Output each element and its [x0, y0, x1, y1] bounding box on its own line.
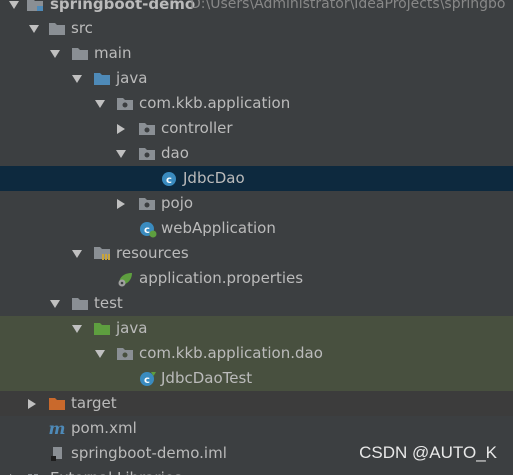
package-icon — [138, 116, 156, 141]
tree-row-external-libraries[interactable]: External Libraries — [0, 466, 513, 475]
chevron-down-icon[interactable] — [69, 66, 85, 91]
tree-label-test: test — [94, 294, 123, 312]
tree-label-pom: pom.xml — [71, 419, 137, 437]
tree-label-test-java: java — [116, 319, 148, 337]
chevron-down-icon[interactable] — [113, 141, 129, 166]
package-icon — [138, 141, 156, 166]
tree-row-dao[interactable]: dao — [0, 141, 513, 166]
chevron-right-icon[interactable] — [24, 391, 40, 416]
chevron-right-icon[interactable] — [6, 466, 22, 475]
tree-row-test-package[interactable]: com.kkb.application.dao — [0, 341, 513, 366]
tree-label-web-application: webApplication — [161, 219, 276, 237]
tree-label-package: com.kkb.application — [139, 94, 291, 112]
java-class-icon: c — [161, 166, 177, 191]
tree-label-jdbc-dao-test: JdbcDaoTest — [161, 369, 253, 387]
folder-icon — [48, 16, 66, 41]
tree-row-package[interactable]: com.kkb.application — [0, 91, 513, 116]
tree-label-controller: controller — [161, 119, 233, 137]
package-icon — [138, 191, 156, 216]
module-folder-icon — [26, 0, 44, 17]
svg-text:c: c — [166, 175, 172, 186]
tree-row-jdbc-dao-test[interactable]: c JdbcDaoTest — [0, 366, 513, 391]
tree-label-main: main — [94, 44, 132, 62]
chevron-down-icon[interactable] — [69, 241, 85, 266]
tree-row-controller[interactable]: controller — [0, 116, 513, 141]
tree-label-pojo: pojo — [161, 194, 194, 212]
test-source-folder-icon — [93, 316, 111, 341]
tree-row-application-properties[interactable]: application.properties — [0, 266, 513, 291]
tree-label-external-libraries: External Libraries — [50, 466, 182, 475]
svg-text:c: c — [144, 225, 150, 236]
resources-folder-icon — [93, 241, 111, 266]
tree-label-src: src — [71, 19, 93, 37]
tree-row-jdbc-dao[interactable]: c JdbcDao — [0, 166, 513, 191]
chevron-down-icon[interactable] — [26, 16, 42, 41]
tree-label-java: java — [116, 69, 148, 87]
tree-label-application-properties: application.properties — [139, 269, 304, 287]
svg-text:m: m — [49, 421, 66, 437]
chevron-right-icon[interactable] — [113, 116, 129, 141]
tree-row-resources[interactable]: resources — [0, 241, 513, 266]
tree-label-jdbc-dao: JdbcDao — [183, 169, 245, 187]
tree-row-test-java[interactable]: java — [0, 316, 513, 341]
package-icon — [116, 91, 134, 116]
tree-row-main[interactable]: main — [0, 41, 513, 66]
tree-row-java[interactable]: java — [0, 66, 513, 91]
chevron-down-icon[interactable] — [6, 0, 22, 17]
tree-label-target: target — [71, 394, 117, 412]
project-name: springboot-demo — [50, 0, 196, 13]
svg-text:c: c — [144, 375, 150, 386]
chevron-down-icon[interactable] — [47, 41, 63, 66]
libraries-icon — [26, 466, 44, 475]
spring-boot-class-icon: c — [139, 216, 157, 241]
folder-icon — [71, 291, 89, 316]
watermark: CSDN @AUTO_K — [359, 443, 497, 462]
project-path: D:\Users\Administrator\IdeaProjects\spri… — [190, 0, 506, 12]
source-folder-icon — [93, 66, 111, 91]
chevron-down-icon[interactable] — [69, 316, 85, 341]
tree-row-pojo[interactable]: pojo — [0, 191, 513, 216]
chevron-down-icon[interactable] — [92, 91, 108, 116]
tree-label-test-package: com.kkb.application.dao — [139, 344, 323, 362]
folder-icon — [71, 41, 89, 66]
tree-row-target[interactable]: target — [0, 391, 513, 416]
tree-row-web-application[interactable]: c webApplication — [0, 216, 513, 241]
tree-row-test[interactable]: test — [0, 291, 513, 316]
tree-row-src[interactable]: src — [0, 16, 513, 41]
tree-label-dao: dao — [161, 144, 189, 162]
test-class-icon: c — [139, 366, 157, 391]
chevron-right-icon[interactable] — [113, 191, 129, 216]
maven-icon: m — [48, 416, 66, 441]
project-tree: springboot-demo D:\Users\Administrator\I… — [0, 0, 513, 475]
chevron-down-icon[interactable] — [92, 341, 108, 366]
package-icon — [116, 341, 134, 366]
tree-label-resources: resources — [116, 244, 189, 262]
chevron-down-icon[interactable] — [47, 291, 63, 316]
excluded-folder-icon — [48, 391, 66, 416]
module-file-icon — [50, 441, 66, 466]
tree-row-pom[interactable]: m pom.xml — [0, 416, 513, 441]
spring-properties-icon — [116, 266, 134, 291]
tree-row-project[interactable]: springboot-demo D:\Users\Administrator\I… — [0, 0, 513, 17]
tree-label-iml: springboot-demo.iml — [71, 444, 227, 462]
